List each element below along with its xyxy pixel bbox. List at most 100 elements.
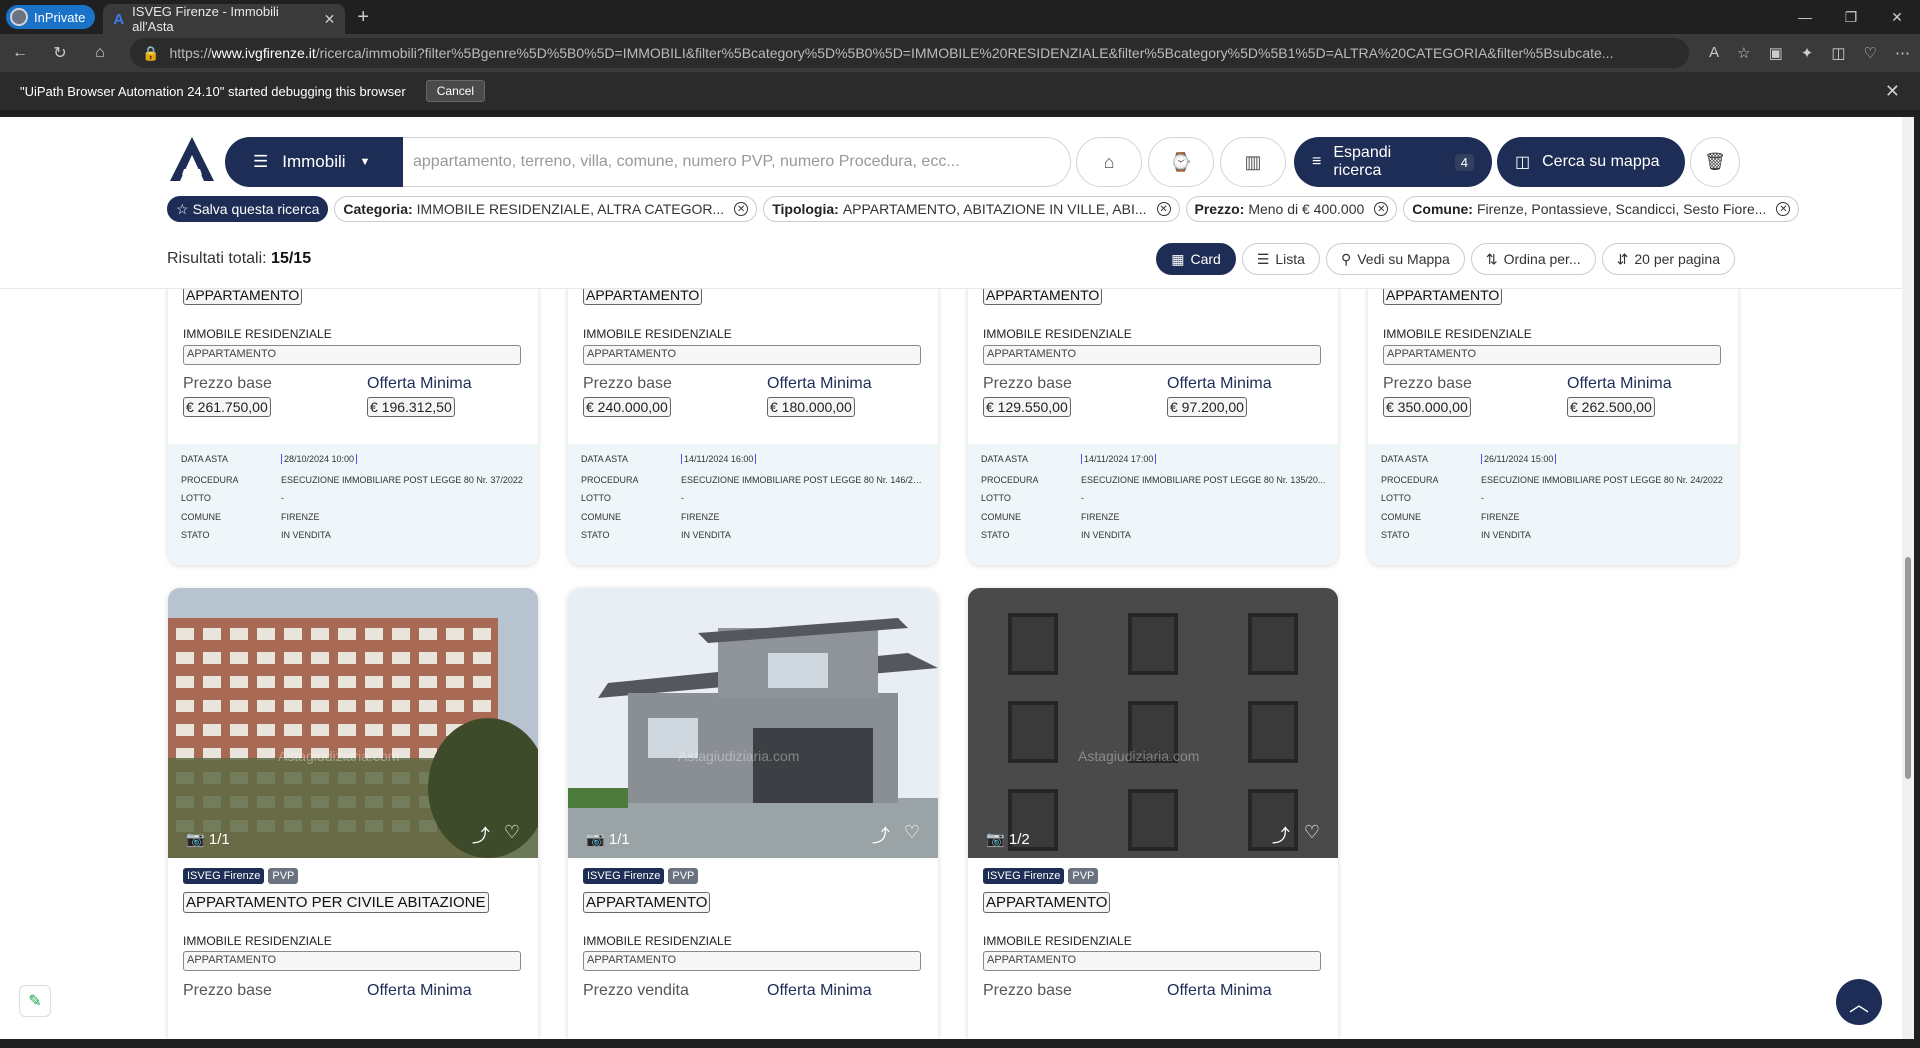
debug-infobar: "UiPath Browser Automation 24.10" starte… [0,72,1920,110]
url-field[interactable]: 🔒 https://www.ivgfirenze.it/ricerca/immo… [130,38,1690,68]
tab-title: ISVEG Firenze - Immobili all'Asta [132,4,279,34]
address-bar-row: ← ↻ ⌂ 🔒 https://www.ivgfirenze.it/ricerc… [0,34,1920,72]
lotto-value: - [681,493,684,503]
camera-icon: 📷 [586,831,605,848]
comune-label: COMUNE [1381,512,1421,522]
remove-filter-icon[interactable]: ✕ [1156,202,1171,216]
share-icon[interactable]: ⤴ [1272,822,1290,848]
debug-message: "UiPath Browser Automation 24.10" starte… [20,83,406,99]
watch-filter-button[interactable]: ⌚ [1148,137,1214,187]
lotto-value: - [281,493,284,503]
close-infobar-icon[interactable]: ✕ [1885,81,1900,102]
auction-details: DATA ASTA 26/11/2024 15:00 PROCEDURA ESECU… [1368,444,1738,565]
back-to-top-button[interactable]: ︿ [1836,979,1882,1025]
trash-icon: 🗑 [1704,152,1726,171]
restore-icon[interactable]: ❐ [1828,0,1874,34]
listing-photo[interactable]: Astagiudiziaria.com 📷 1/1 ⤴ ♡ [168,588,538,858]
filter-chip-comune[interactable]: Comune: Firenze, Pontassieve, Scandicci, … [1403,196,1800,222]
more-icon[interactable]: ⋯ [1895,44,1910,62]
debug-cancel-button[interactable]: Cancel [425,80,486,102]
stato-value: IN VENDITA [1081,530,1131,540]
listing-type: APPARTAMENTO [1383,345,1721,365]
extensions-puzzle-icon[interactable]: ✦ [1801,44,1814,62]
close-tab-icon[interactable]: ✕ [324,11,336,28]
procedura-label: PROCEDURA [981,475,1039,485]
filter-chip-prezzo[interactable]: Prezzo: Meno di € 400.000 ✕ [1185,196,1398,222]
auction-date: 14/11/2024 16:00 [681,454,757,464]
home-filter-button[interactable]: ⌂ [1076,137,1142,187]
listing-photo[interactable]: Astagiudiziaria.com 📷 1/2 ⤴ ♡ [968,588,1338,858]
listing-category: IMMOBILE RESIDENZIALE [183,327,332,341]
immobili-menu-button[interactable]: ☰ Immobili ▼ [225,137,403,187]
inprivate-badge[interactable]: InPrivate [6,5,96,29]
cookie-preferences-icon[interactable]: ✎ [19,985,51,1017]
auction-date: 28/10/2024 10:00 [281,454,358,464]
auction-date: 14/11/2024 17:00 [1081,454,1157,464]
comune-value: FIRENZE [1081,512,1120,522]
listing-type: APPARTAMENTO [583,345,921,365]
clear-search-button[interactable]: 🗑 [1690,137,1740,187]
watermark-text: Astagiudiziaria.com [1078,748,1200,764]
listing-title[interactable]: APPARTAMENTO [983,892,1111,913]
extension-icon[interactable]: ▣ [1769,44,1783,62]
view-card-button[interactable]: ▦ Card [1156,243,1236,275]
comune-value: FIRENZE [1481,512,1520,522]
view-list-button[interactable]: ☰ Lista [1241,243,1320,275]
filter-chip-categoria[interactable]: Categoria: IMMOBILE RESIDENZIALE, ALTRA C… [334,196,758,222]
listing-card[interactable]: Astagiudiziaria.com 📷 1/1 ⤴ ♡ ISVEG Firen… [168,588,538,1039]
person-icon: ⚲ [1340,250,1352,267]
favorite-star-icon[interactable]: ☆ [1737,44,1750,62]
listing-photo[interactable]: Astagiudiziaria.com 📷 1/1 ⤴ ♡ [568,588,938,858]
base-price-value: € 261.750,00 [183,397,271,417]
comune-value: FIRENZE [281,512,320,522]
split-screen-icon[interactable]: ◫ [1831,44,1845,62]
sort-button[interactable]: ⇅ Ordina per... [1470,243,1596,275]
remove-filter-icon[interactable]: ✕ [734,202,749,216]
filter-chips: ☆ Salva questa ricerca Categoria: IMMOBILE… [167,196,1800,222]
isveg-tag: ISVEG Firenze [183,868,265,884]
photo-count: 📷 1/2 [986,831,1030,848]
procedura-value: ESECUZIONE IMMOBILIARE POST LEGGE 80 Nr.… [1481,475,1723,485]
filter-chip-tipologia[interactable]: Tipologia: APPARTAMENTO, ABITAZIONE IN VI… [763,196,1180,222]
min-offer-value: € 97.200,00 [1167,397,1247,417]
share-icon[interactable]: ⤴ [872,822,890,848]
close-window-icon[interactable]: ✕ [1874,0,1920,34]
listing-title[interactable]: APPARTAMENTO PER CIVILE ABITAZIONE [183,892,489,913]
min-offer-label: Offerta Minima [767,375,872,392]
per-page-button[interactable]: ⇵ 20 per pagina [1601,243,1735,275]
new-tab-icon[interactable]: + [357,6,369,29]
search-input[interactable]: appartamento, terreno, villa, comune, nu… [403,137,1071,187]
expand-search-button[interactable]: ≡ Espandi ricerca 4 [1294,137,1492,187]
browser-tab[interactable]: A ISVEG Firenze - Immobili all'Asta ✕ [103,4,346,34]
listing-title[interactable]: APPARTAMENTO [583,892,711,913]
comune-value: FIRENZE [681,512,720,522]
sort-numeric-icon: ⇵ [1616,250,1629,267]
minimize-icon[interactable]: — [1782,0,1828,34]
heart-icon[interactable]: ♡ [504,822,520,848]
back-icon[interactable]: ← [10,44,30,62]
listing-card[interactable]: Astagiudiziaria.com 📷 1/2 ⤴ ♡ ISVEG Firen… [968,588,1338,1039]
remove-filter-icon[interactable]: ✕ [1374,202,1389,216]
map-search-button[interactable]: ◫ Cerca su mappa [1497,137,1685,187]
listing-type: APPARTAMENTO [183,951,521,971]
price-label: Prezzo base [183,982,272,999]
listing-card[interactable]: Astagiudiziaria.com 📷 1/1 ⤴ ♡ ISVEG Firen… [568,588,938,1039]
stato-label: STATO [581,530,610,540]
favorites-icon[interactable]: ♡ [1864,44,1877,62]
search-header: ☰ Immobili ▼ appartamento, terreno, villa,… [0,117,1902,289]
site-logo-icon[interactable] [168,135,216,183]
house-icon: ⌂ [1103,151,1115,172]
heart-icon[interactable]: ♡ [904,822,920,848]
listing-category: IMMOBILE RESIDENZIALE [183,934,332,948]
share-icon[interactable]: ⤴ [472,822,490,848]
home-icon[interactable]: ⌂ [90,44,110,62]
read-aloud-icon[interactable]: A [1709,44,1719,62]
stats-filter-button[interactable]: ▥ [1220,137,1286,187]
page-scrollbar[interactable] [1902,117,1914,1039]
remove-filter-icon[interactable]: ✕ [1776,202,1791,216]
save-search-button[interactable]: ☆ Salva questa ricerca [167,196,329,222]
base-price-label: Prezzo base [983,375,1072,392]
view-map-button[interactable]: ⚲ Vedi su Mappa [1325,243,1465,275]
refresh-icon[interactable]: ↻ [50,43,70,63]
heart-icon[interactable]: ♡ [1304,822,1320,848]
